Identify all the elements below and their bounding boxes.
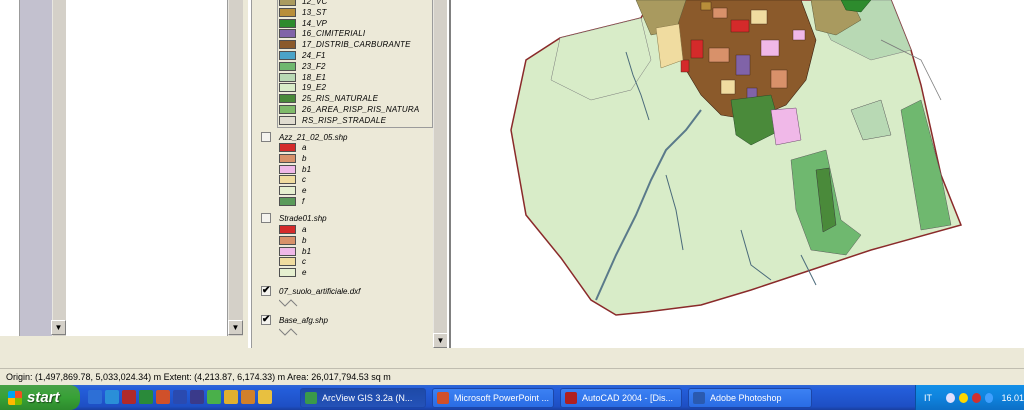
project-pane: ▼ ▼ — [0, 0, 248, 348]
theme-class-label: c — [302, 257, 307, 267]
theme-visibility-checkbox[interactable]: ✔ — [261, 286, 271, 296]
theme-class-label: e — [302, 186, 307, 196]
theme-swatch — [279, 186, 296, 196]
theme-class-row[interactable]: b1 — [252, 164, 311, 175]
messenger-icon[interactable] — [207, 390, 221, 404]
theme-row[interactable]: Strade01.shp — [261, 212, 327, 224]
theme-row[interactable]: ✔ Base_afg.shp — [261, 314, 328, 326]
app-icon — [565, 392, 577, 404]
theme-swatch — [279, 197, 296, 206]
taskbar-window-button[interactable]: AutoCAD 2004 - [Dis... — [560, 388, 682, 408]
powerpoint-icon[interactable] — [156, 390, 170, 404]
access-icon[interactable] — [122, 390, 136, 404]
legend-pane: 12_VC 13_ST 14_VP 16_CIMITERIALI 17_DISTRIB_… — [251, 0, 447, 348]
active-theme-frame — [277, 0, 433, 128]
theme-class-label: b1 — [302, 246, 312, 256]
zone-b1-east — [770, 107, 802, 146]
line-symbol-icon — [279, 299, 298, 307]
gray-panel — [20, 0, 54, 336]
volume-icon[interactable] — [958, 392, 968, 403]
theme-class-label: a — [302, 143, 307, 152]
windows-logo-icon — [8, 390, 22, 405]
theme-visibility-checkbox[interactable] — [261, 132, 271, 142]
app-icon — [305, 392, 317, 404]
clock[interactable]: 16.01 — [1001, 393, 1024, 403]
taskbar-window-label: Microsoft PowerPoint ... — [454, 393, 550, 403]
theme-class-label: c — [302, 175, 307, 185]
line-symbol-icon — [279, 328, 298, 336]
folder-icon[interactable] — [224, 390, 238, 404]
update-icon[interactable] — [984, 392, 994, 403]
start-label: start — [27, 389, 60, 406]
theme-class-label: b1 — [302, 164, 312, 174]
theme-swatch — [279, 175, 296, 185]
theme-name: 07_suolo_artificiale.dxf — [279, 286, 361, 296]
theme-class-row[interactable]: b — [252, 153, 307, 164]
taskbar-window-label: AutoCAD 2004 - [Dis... — [582, 393, 674, 403]
middle-scrollbar[interactable] — [228, 0, 243, 336]
security-icon[interactable] — [971, 392, 981, 403]
theme-class-row[interactable]: c — [252, 256, 306, 267]
media-icon[interactable] — [190, 390, 204, 404]
theme-class-row[interactable]: f — [252, 196, 304, 207]
arcview-window: ▼ ▼ 12_VC 13_ST 14_VP 16_CIMITERIALI 17_DIST… — [0, 0, 1024, 410]
theme-class-label: f — [302, 197, 305, 206]
legend-scrollbar[interactable] — [433, 0, 447, 348]
theme-name: Strade01.shp — [279, 213, 327, 223]
word-icon[interactable] — [173, 390, 187, 404]
theme-class-row[interactable]: e — [252, 185, 307, 196]
theme-class-row[interactable]: e — [252, 267, 307, 278]
theme-row[interactable]: ✔ 07_suolo_artificiale.dxf — [261, 285, 360, 297]
map-canvas[interactable] — [451, 0, 1024, 348]
theme-visibility-checkbox[interactable] — [261, 213, 271, 223]
theme-visibility-checkbox[interactable]: ✔ — [261, 315, 271, 325]
theme-class-row[interactable]: c — [252, 174, 306, 185]
legend-scroll-down-button[interactable]: ▼ — [433, 333, 447, 348]
list-panel-main[interactable] — [66, 0, 228, 336]
theme-swatch — [279, 225, 296, 234]
map-view[interactable] — [449, 0, 1024, 348]
theme-name: Azz_21_02_05.shp — [279, 132, 348, 142]
desktop-icon[interactable] — [258, 390, 272, 404]
taskbar-window-label: ArcView GIS 3.2a (N... — [322, 393, 413, 403]
theme-class-row[interactable]: a — [252, 142, 307, 153]
theme-class-row[interactable]: a — [252, 224, 307, 235]
theme-swatch — [279, 268, 296, 278]
taskbar-window-label: Adobe Photoshop — [710, 393, 782, 403]
list-panel-left[interactable] — [0, 0, 20, 336]
theme-name: Base_afg.shp — [279, 315, 328, 325]
theme-swatch — [279, 164, 296, 174]
left-scroll-down-button[interactable]: ▼ — [51, 320, 66, 335]
taskbar-window-button[interactable]: Adobe Photoshop — [688, 388, 812, 408]
ie-icon[interactable] — [88, 390, 102, 404]
app-icon — [437, 392, 449, 404]
language-indicator[interactable]: IT — [924, 393, 932, 403]
outlook-icon[interactable] — [105, 390, 119, 404]
windows-taskbar: start ArcView GIS 3.2a (N... Microsoft Po… — [0, 385, 1024, 410]
status-bar: Origin: (1,497,869.78, 5,033,024.34) m E… — [0, 368, 1024, 385]
start-button[interactable]: start — [0, 385, 80, 410]
system-tray: IT 16.01 — [915, 385, 1024, 410]
theme-swatch — [279, 246, 296, 256]
photo-icon[interactable] — [241, 390, 255, 404]
theme-swatch — [279, 235, 296, 245]
middle-scroll-down-button[interactable]: ▼ — [228, 320, 243, 335]
taskbar-window-button[interactable]: ArcView GIS 3.2a (N... — [300, 388, 426, 408]
left-scrollbar[interactable] — [52, 0, 66, 336]
theme-class-label: a — [302, 225, 307, 234]
taskbar-window-button[interactable]: Microsoft PowerPoint ... — [432, 388, 554, 408]
excel-icon[interactable] — [139, 390, 153, 404]
theme-swatch — [279, 153, 296, 163]
app-icon — [693, 392, 705, 404]
theme-class-label: b — [302, 153, 307, 163]
window-gap — [0, 348, 1024, 368]
theme-swatch — [279, 257, 296, 267]
theme-class-label: e — [302, 268, 307, 278]
network-icon[interactable] — [946, 392, 955, 403]
theme-swatch — [279, 143, 296, 152]
theme-class-label: b — [302, 235, 307, 245]
zone-st-west — [655, 23, 684, 69]
theme-class-row[interactable]: b1 — [252, 246, 311, 257]
theme-class-row[interactable]: b — [252, 235, 307, 246]
